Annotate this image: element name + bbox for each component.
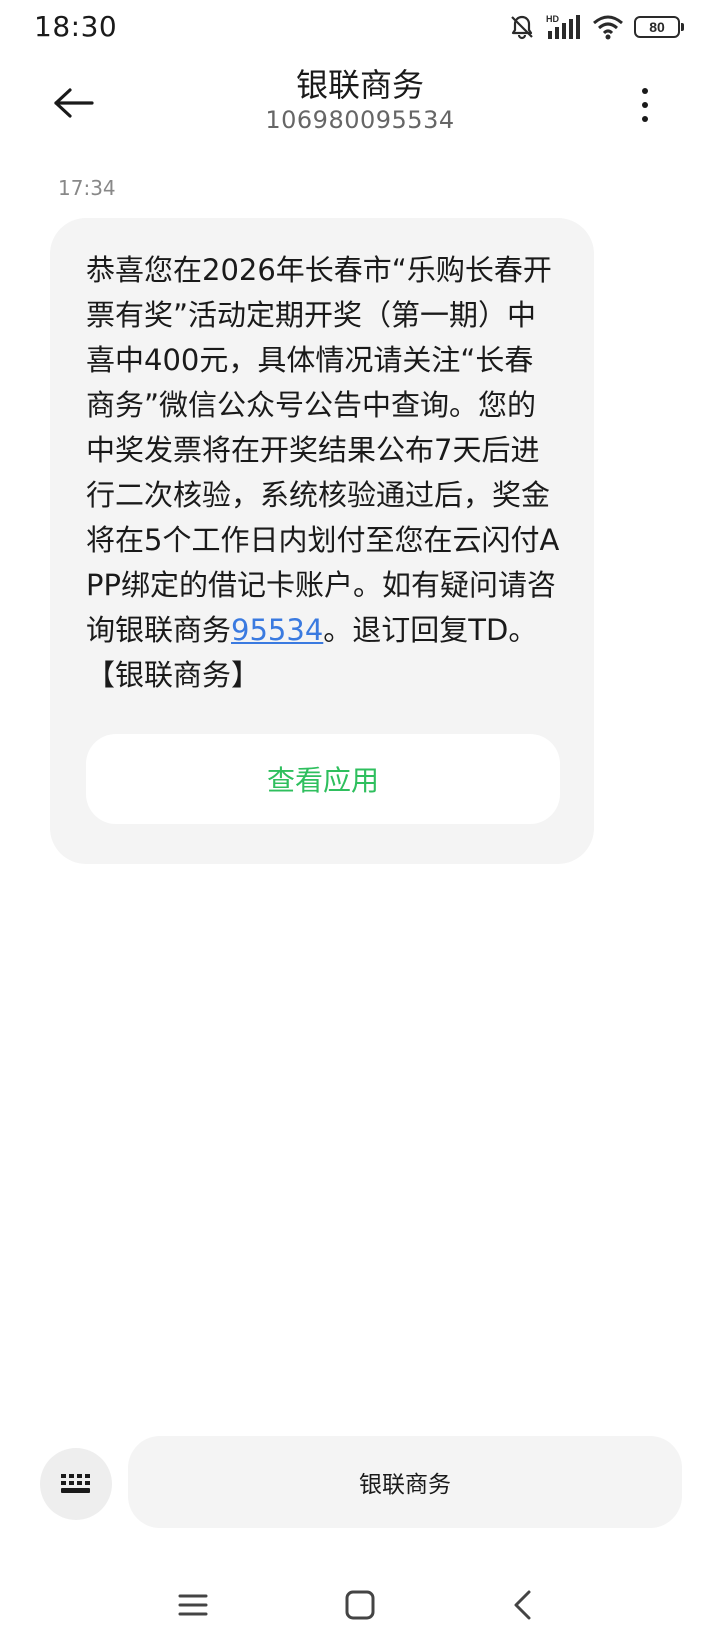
message-timestamp: 17:34 — [58, 176, 116, 200]
battery-level: 80 — [649, 19, 665, 35]
view-app-button[interactable]: 查看应用 — [86, 734, 560, 824]
recent-apps-button[interactable] — [168, 1580, 218, 1630]
menu-icon — [178, 1594, 208, 1616]
home-square-icon — [345, 1590, 375, 1620]
message-bubble[interactable]: 恭喜您在2026年长春市“乐购长春开票有奖”活动定期开奖（第一期）中喜中400元… — [50, 218, 594, 864]
keyboard-icon — [61, 1474, 90, 1493]
hd-signal-icon: HD — [546, 13, 582, 41]
status-time: 18:30 — [34, 10, 118, 43]
conversation-header: 银联商务 106980095534 — [0, 56, 720, 146]
phone-link[interactable]: 95534 — [231, 613, 323, 647]
more-vertical-icon — [642, 88, 648, 94]
home-button[interactable] — [335, 1580, 385, 1630]
contact-name: 银联商务 — [295, 66, 424, 104]
message-text: 恭喜您在2026年长春市“乐购长春开票有奖”活动定期开奖（第一期）中喜中400元… — [86, 248, 562, 698]
back-chevron-icon — [514, 1590, 531, 1620]
reply-field[interactable]: 银联商务 — [128, 1436, 682, 1528]
back-nav-button[interactable] — [498, 1580, 548, 1630]
more-options-button[interactable] — [630, 80, 660, 130]
status-icons: HD 80 — [508, 12, 684, 42]
wifi-icon — [592, 14, 624, 40]
svg-text:HD: HD — [546, 14, 559, 24]
status-bar: 18:30 HD 80 — [0, 0, 720, 56]
bell-off-icon — [508, 13, 536, 41]
battery-icon: 80 — [634, 16, 684, 38]
contact-number: 106980095534 — [265, 106, 455, 134]
navigation-bar — [0, 1580, 720, 1630]
keyboard-toggle-button[interactable] — [40, 1448, 112, 1520]
message-text-main: 恭喜您在2026年长春市“乐购长春开票有奖”活动定期开奖（第一期）中喜中400元… — [86, 253, 560, 647]
